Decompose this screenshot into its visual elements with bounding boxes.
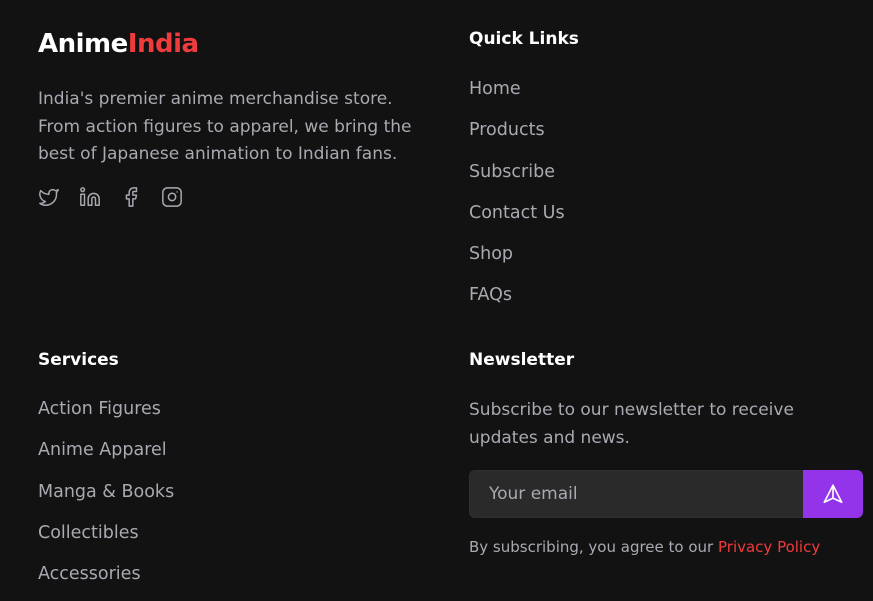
privacy-policy-link[interactable]: Privacy Policy — [718, 538, 820, 556]
service-link-manga-books[interactable]: Manga & Books — [38, 481, 174, 522]
newsletter-form — [469, 470, 863, 518]
quick-links-list: Home Products Subscribe Contact Us Shop … — [469, 78, 565, 326]
service-link-anime-apparel[interactable]: Anime Apparel — [38, 439, 174, 480]
consent-text: By subscribing, you agree to our — [469, 538, 714, 556]
twitter-icon[interactable] — [38, 185, 60, 209]
newsletter-consent: By subscribing, you agree to our Privacy… — [469, 536, 820, 558]
brand-name-part1: Anime — [38, 29, 128, 59]
quick-links-title: Quick Links — [469, 29, 579, 49]
email-input[interactable] — [469, 470, 803, 518]
subscribe-button[interactable] — [803, 470, 863, 518]
brand-name-part2: India — [127, 29, 199, 59]
linkedin-icon[interactable] — [79, 185, 101, 209]
social-links — [38, 185, 183, 209]
service-link-action-figures[interactable]: Action Figures — [38, 398, 174, 439]
service-link-collectibles[interactable]: Collectibles — [38, 522, 174, 563]
instagram-icon[interactable] — [161, 185, 183, 209]
brand-logo[interactable]: AnimeIndia — [38, 27, 199, 61]
service-link-accessories[interactable]: Accessories — [38, 563, 174, 601]
facebook-icon[interactable] — [120, 185, 142, 209]
quick-link-contact-us[interactable]: Contact Us — [469, 202, 565, 243]
services-title: Services — [38, 350, 119, 370]
newsletter-text: Subscribe to our newsletter to receive u… — [469, 400, 794, 448]
quick-link-products[interactable]: Products — [469, 119, 565, 160]
newsletter-title: Newsletter — [469, 350, 575, 370]
quick-link-faqs[interactable]: FAQs — [469, 284, 565, 325]
quick-link-subscribe[interactable]: Subscribe — [469, 161, 565, 202]
footer: AnimeIndia India's premier anime merchan… — [0, 0, 873, 601]
quick-link-home[interactable]: Home — [469, 78, 565, 119]
services-list: Action Figures Anime Apparel Manga & Boo… — [38, 398, 174, 601]
quick-link-shop[interactable]: Shop — [469, 243, 565, 284]
brand-description: India's premier anime merchandise store.… — [38, 89, 412, 164]
send-icon — [822, 483, 844, 505]
